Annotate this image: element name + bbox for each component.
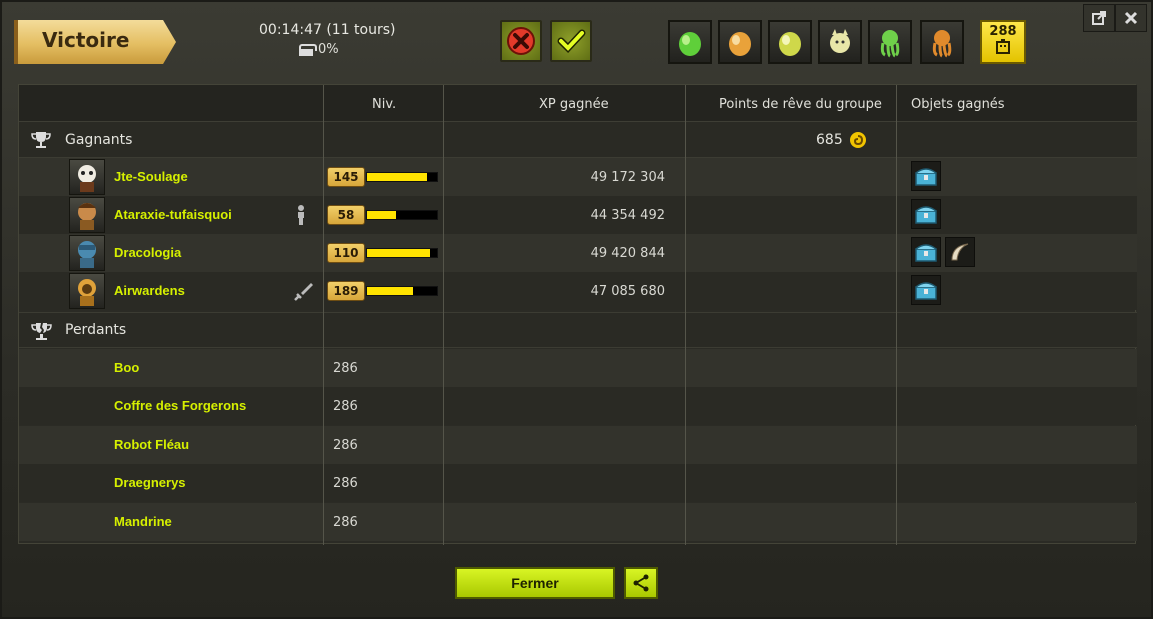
level-badge: 145 [327, 167, 365, 187]
result-label: Victoire [42, 28, 130, 52]
monster-level: 286 [333, 476, 358, 491]
share-icon [633, 574, 649, 592]
xp-gained: 49 172 304 [590, 170, 665, 185]
egg-green-icon[interactable] [668, 20, 712, 64]
check-icon [557, 29, 586, 54]
player-name: Jte-Soulage [114, 169, 188, 184]
tentacle-creature-icon[interactable] [868, 20, 912, 64]
chest-percent: 0% [318, 42, 339, 57]
xp-gained: 44 354 492 [590, 208, 665, 223]
dream-points-value: 685 [816, 132, 843, 148]
table-row[interactable]: Boo 286 [19, 349, 1137, 387]
monster-name: Robot Fléau [114, 437, 190, 452]
broken-trophy-icon [31, 323, 52, 340]
winners-label: Gagnants [65, 131, 133, 148]
losers-section: Perdants [19, 312, 1137, 348]
avatar [69, 197, 105, 233]
level-badge: 189 [327, 281, 365, 301]
column-level: Niv. [372, 97, 397, 112]
column-dream-points: Points de rêve du groupe [719, 97, 882, 112]
table-row[interactable]: Ataraxie-tufaisquoi 58 44 354 492 [19, 196, 1137, 234]
xp-gained: 47 085 680 [590, 284, 665, 299]
table-row[interactable]: Robot Fléau 286 [19, 426, 1137, 464]
avatar [69, 159, 105, 195]
chest-icon[interactable] [911, 199, 941, 229]
player-name: Dracologia [114, 245, 182, 260]
column-divider [323, 85, 324, 545]
dream-swirl-icon [849, 132, 866, 148]
reject-button[interactable] [500, 20, 542, 62]
close-icon [1124, 11, 1138, 25]
table-row[interactable]: Airwardens 189 47 085 680 [19, 272, 1137, 310]
turn-counter-badge[interactable]: 288 [980, 20, 1026, 64]
monster-level: 286 [333, 399, 358, 414]
accept-button[interactable] [550, 20, 592, 62]
items-won [911, 237, 975, 267]
monster-level: 286 [333, 361, 358, 376]
column-xp: XP gagnée [539, 97, 609, 112]
share-button[interactable] [624, 567, 658, 599]
player-name: Ataraxie-tufaisquoi [114, 207, 232, 222]
chest-bonus: 0% [298, 42, 339, 57]
table-row[interactable]: Mandrine 286 [19, 503, 1137, 541]
sword-icon [291, 280, 315, 308]
detach-icon [1092, 11, 1106, 25]
results-table: Niv. XP gagnée Points de rêve du groupe … [18, 84, 1137, 545]
table-header: Niv. XP gagnée Points de rêve du groupe … [19, 85, 1137, 122]
egg-orange-icon[interactable] [718, 20, 762, 64]
level-progress-bar [366, 286, 438, 296]
level-badge: 110 [327, 243, 365, 263]
cat-creature-icon[interactable] [818, 20, 862, 64]
xp-gained: 49 420 844 [590, 246, 665, 261]
person-icon [291, 204, 311, 230]
level-progress-bar [366, 172, 438, 182]
items-won [911, 199, 941, 229]
column-divider [896, 85, 897, 545]
column-items: Objets gagnés [911, 97, 1005, 112]
table-row[interactable]: Dracologia 110 49 420 844 [19, 234, 1137, 272]
fight-result-window: Victoire 00:14:47 (11 tours) 0% 288 Niv.… [0, 0, 1153, 619]
avatar [69, 273, 105, 309]
robot-icon [996, 39, 1010, 54]
winners-section: Gagnants 685 [19, 122, 1137, 158]
monster-name: Draegnerys [114, 475, 186, 490]
window-controls [1083, 4, 1149, 32]
monster-level: 286 [333, 515, 358, 530]
items-won [911, 161, 941, 191]
close-button[interactable]: Fermer [455, 567, 615, 599]
dream-points-total: 685 [816, 131, 867, 149]
cross-icon [507, 27, 535, 55]
result-banner: Victoire [14, 20, 176, 64]
table-row[interactable]: Coffre des Forgerons 286 [19, 387, 1137, 425]
monster-name: Coffre des Forgerons [114, 398, 247, 413]
table-row[interactable]: Jte-Soulage 145 49 172 304 [19, 158, 1137, 196]
column-divider [443, 85, 444, 545]
chest-icon[interactable] [911, 237, 941, 267]
losers-label: Perdants [65, 322, 127, 338]
detach-button[interactable] [1083, 4, 1115, 32]
trophy-icon [31, 132, 51, 148]
monster-name: Boo [114, 360, 140, 375]
chest-icon[interactable] [911, 161, 941, 191]
horn-icon[interactable] [945, 237, 975, 267]
level-progress-bar [366, 210, 438, 220]
table-row[interactable]: Draegnerys 286 [19, 464, 1137, 502]
close-window-button[interactable] [1115, 4, 1147, 32]
octopus-creature-icon[interactable] [920, 20, 964, 64]
monster-level: 286 [333, 438, 358, 453]
column-divider [685, 85, 686, 545]
chest-icon[interactable] [911, 275, 941, 305]
monster-name: Mandrine [114, 514, 172, 529]
items-won [911, 275, 941, 305]
level-progress-bar [366, 248, 438, 258]
player-name: Airwardens [114, 283, 185, 298]
chest-icon [298, 43, 317, 56]
level-badge: 58 [327, 205, 365, 225]
fight-duration: 00:14:47 (11 tours) [259, 22, 396, 38]
avatar [69, 235, 105, 271]
egg-yellow-icon[interactable] [768, 20, 812, 64]
turn-counter: 288 [989, 24, 1017, 39]
